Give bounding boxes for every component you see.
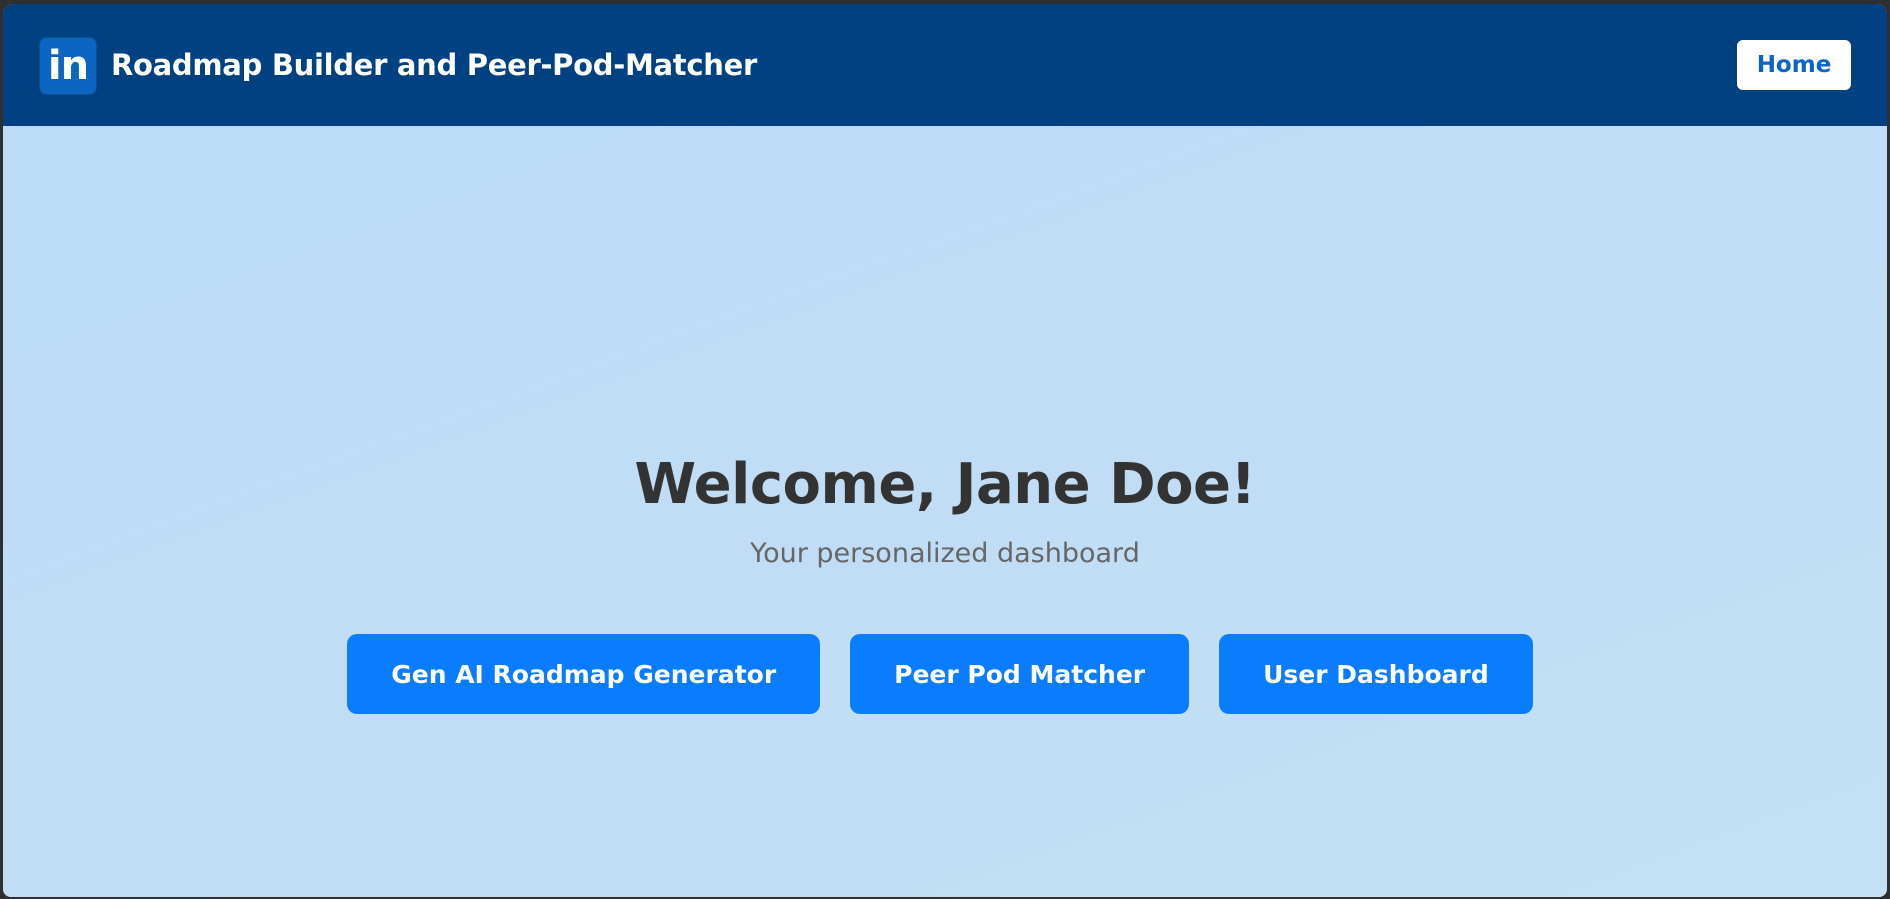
welcome-section: Welcome, Jane Doe! Your personalized das…	[3, 126, 1887, 897]
top-navbar: in Roadmap Builder and Peer-Pod-Matcher …	[3, 4, 1887, 126]
app-title: Roadmap Builder and Peer-Pod-Matcher	[111, 48, 757, 82]
dashboard-subtitle: Your personalized dashboard	[750, 538, 1140, 569]
linkedin-logo-icon[interactable]: in	[40, 38, 96, 94]
user-dashboard-button[interactable]: User Dashboard	[1219, 634, 1533, 714]
peer-pod-matcher-button[interactable]: Peer Pod Matcher	[850, 634, 1190, 714]
welcome-heading: Welcome, Jane Doe!	[634, 452, 1256, 517]
home-button[interactable]: Home	[1737, 40, 1851, 90]
gen-ai-roadmap-generator-button[interactable]: Gen AI Roadmap Generator	[347, 634, 821, 714]
action-buttons: Gen AI Roadmap Generator Peer Pod Matche…	[3, 634, 1882, 714]
app-window: in Roadmap Builder and Peer-Pod-Matcher …	[3, 4, 1887, 897]
